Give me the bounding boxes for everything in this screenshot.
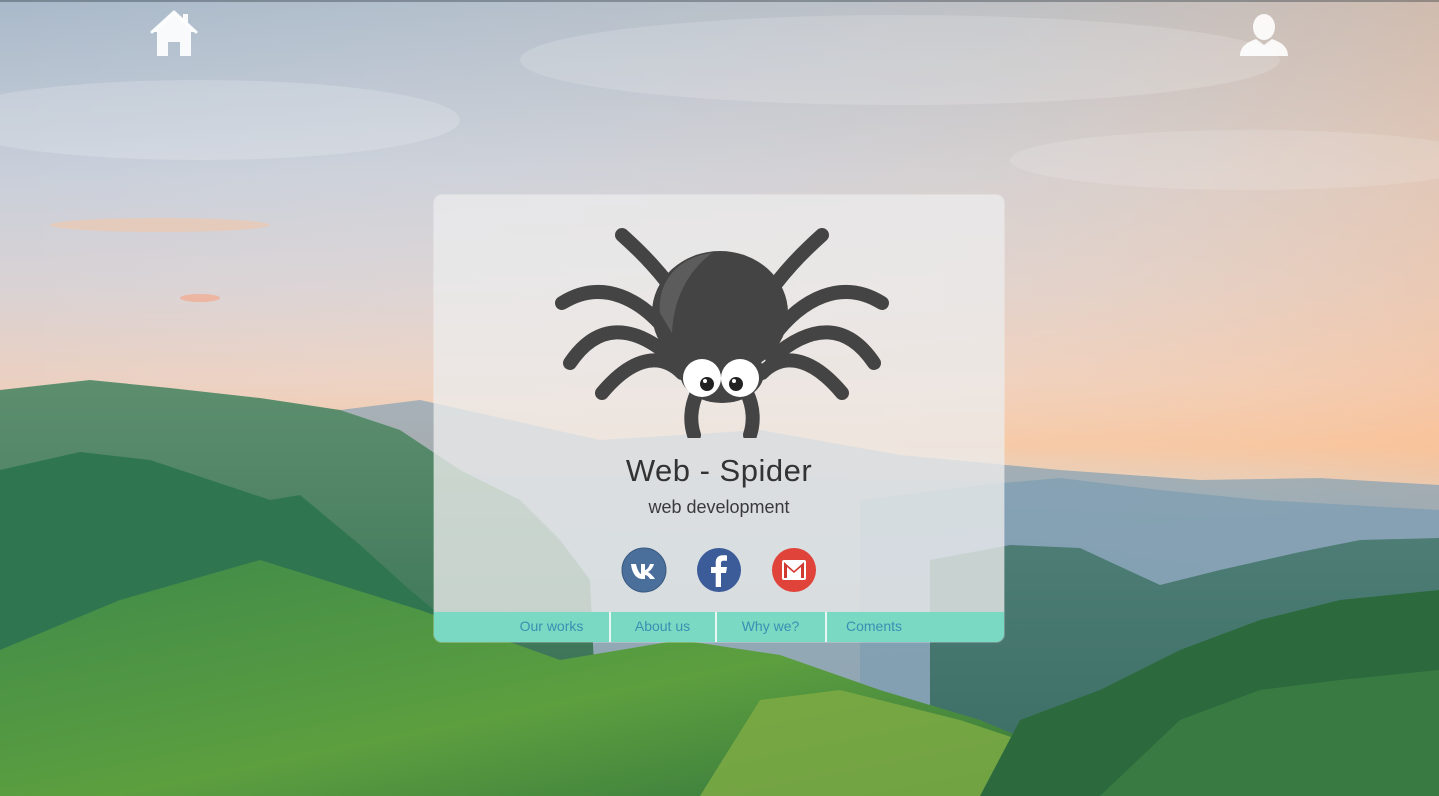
menu-item-about-us[interactable]: About us: [610, 612, 715, 642]
page-background: Web - Spider web development Our works A…: [0, 0, 1439, 796]
intro-card: Web - Spider web development Our works A…: [434, 195, 1004, 642]
spider-icon: [555, 228, 889, 438]
home-icon[interactable]: [148, 8, 200, 60]
menu-item-why-we[interactable]: Why we?: [716, 612, 825, 642]
top-border-line: [0, 0, 1439, 2]
card-menu: Our works About us Why we? Coments: [434, 612, 1004, 642]
gmail-icon[interactable]: [771, 547, 817, 593]
facebook-icon[interactable]: [696, 547, 742, 593]
user-icon[interactable]: [1238, 10, 1290, 62]
site-title: Web - Spider: [625, 453, 813, 488]
menu-item-our-works[interactable]: Our works: [494, 612, 609, 642]
vk-icon[interactable]: [621, 547, 667, 593]
menu-item-coments[interactable]: Coments: [826, 612, 922, 642]
site-subtitle: web development: [648, 497, 790, 517]
